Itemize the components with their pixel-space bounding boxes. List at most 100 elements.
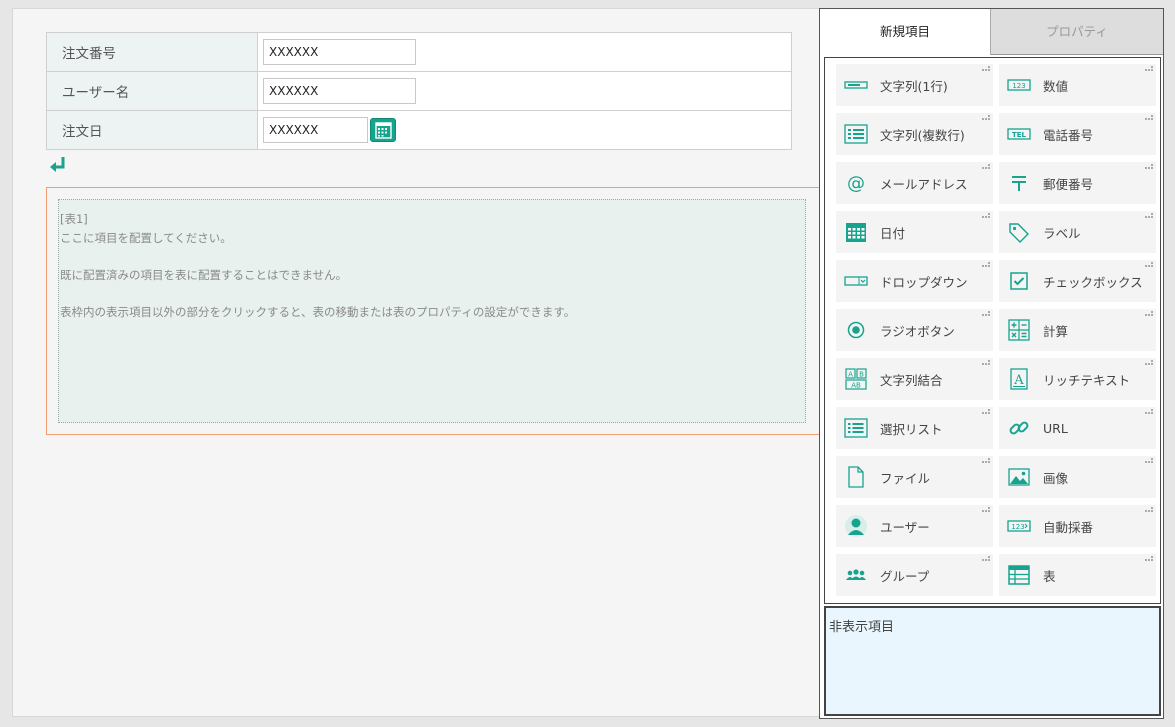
form-table[interactable]: 注文番号 ユーザー名 注文日 xyxy=(46,32,792,150)
item-table[interactable]: 表 xyxy=(999,554,1156,596)
item-radio-button[interactable]: ラジオボタン xyxy=(836,309,993,351)
item-user[interactable]: ユーザー xyxy=(836,505,993,547)
table-title: [表1] xyxy=(60,212,88,226)
drag-handle-icon[interactable] xyxy=(982,115,991,122)
drag-handle-icon[interactable] xyxy=(1145,311,1154,318)
tab-new-items[interactable]: 新規項目 xyxy=(820,9,991,55)
new-items-list: 文字列(1行) 123 数値 文字列(複数行) TEL 電話番号 @ メールアド… xyxy=(824,57,1161,604)
form-row[interactable]: ユーザー名 xyxy=(46,71,792,111)
drag-handle-icon[interactable] xyxy=(982,409,991,416)
dropdown-icon xyxy=(844,276,868,286)
drag-handle-icon[interactable] xyxy=(982,507,991,514)
table-instruction: ここに項目を配置してください。 xyxy=(60,231,232,245)
drag-handle-icon[interactable] xyxy=(1145,458,1154,465)
rich-text-icon: A xyxy=(1010,368,1028,390)
drag-handle-icon[interactable] xyxy=(1145,360,1154,367)
drag-handle-icon[interactable] xyxy=(1145,66,1154,73)
email-icon: @ xyxy=(847,173,865,194)
single-line-text-icon xyxy=(844,81,868,89)
item-group[interactable]: グループ xyxy=(836,554,993,596)
hidden-items-area[interactable]: 非表示項目 xyxy=(824,606,1161,716)
item-rich-text[interactable]: A リッチテキスト xyxy=(999,358,1156,400)
table-section[interactable]: [表1] ここに項目を配置してください。 既に配置済みの項目を表に配置することは… xyxy=(46,187,826,435)
item-image[interactable]: 画像 xyxy=(999,456,1156,498)
calendar-button[interactable] xyxy=(370,118,396,142)
url-icon xyxy=(1009,421,1029,435)
label-icon xyxy=(1009,223,1029,243)
table-instruction: 既に配置済みの項目を表に配置することはできません。 xyxy=(60,268,348,282)
item-email[interactable]: @ メールアドレス xyxy=(836,162,993,204)
order-date-label: 注文日 xyxy=(46,110,258,150)
calculation-icon xyxy=(1008,319,1030,341)
checkbox-icon xyxy=(1010,272,1028,290)
drag-handle-icon[interactable] xyxy=(982,458,991,465)
item-phone-number[interactable]: TEL 電話番号 xyxy=(999,113,1156,155)
line-break-icon[interactable] xyxy=(48,155,68,175)
svg-text:A: A xyxy=(1013,373,1024,388)
order-number-input[interactable] xyxy=(263,39,416,65)
table-icon xyxy=(1008,565,1030,585)
string-concat-icon: A B AB xyxy=(845,368,867,390)
order-number-label: 注文番号 xyxy=(46,32,258,72)
drag-handle-icon[interactable] xyxy=(982,360,991,367)
drag-handle-icon[interactable] xyxy=(982,311,991,318)
item-auto-number[interactable]: 123 自動採番 xyxy=(999,505,1156,547)
item-url[interactable]: URL xyxy=(999,407,1156,449)
radio-button-icon xyxy=(847,321,865,339)
postal-code-icon xyxy=(1012,176,1026,191)
drag-handle-icon[interactable] xyxy=(1145,164,1154,171)
drag-handle-icon[interactable] xyxy=(982,66,991,73)
user-name-label: ユーザー名 xyxy=(46,71,258,111)
calendar-icon xyxy=(375,122,392,139)
panel-tabs: 新規項目 プロパティ xyxy=(820,9,1163,55)
item-calculation[interactable]: 計算 xyxy=(999,309,1156,351)
order-date-input[interactable] xyxy=(263,117,368,143)
item-number[interactable]: 123 数値 xyxy=(999,64,1156,106)
user-icon xyxy=(845,515,867,537)
field-palette-panel: 新規項目 プロパティ 文字列(1行) 123 数値 文字列(複数行) TEL 電… xyxy=(819,8,1164,719)
svg-text:A: A xyxy=(848,371,853,379)
svg-text:123: 123 xyxy=(1012,82,1025,90)
form-row[interactable]: 注文日 xyxy=(46,110,792,150)
auto-number-icon: 123 xyxy=(1007,520,1031,532)
drag-handle-icon[interactable] xyxy=(1145,262,1154,269)
form-row[interactable]: 注文番号 xyxy=(46,32,792,72)
multi-line-text-icon xyxy=(844,124,868,144)
drag-handle-icon[interactable] xyxy=(982,556,991,563)
drag-handle-icon[interactable] xyxy=(1145,507,1154,514)
file-icon xyxy=(848,466,864,488)
drag-handle-icon[interactable] xyxy=(1145,115,1154,122)
select-list-icon xyxy=(844,418,868,438)
svg-text:TEL: TEL xyxy=(1012,131,1027,139)
drag-handle-icon[interactable] xyxy=(982,164,991,171)
item-multi-line-text[interactable]: 文字列(複数行) xyxy=(836,113,993,155)
table-instruction: 表枠内の表示項目以外の部分をクリックすると、表の移動または表のプロパティの設定が… xyxy=(60,305,576,319)
svg-text:B: B xyxy=(859,371,864,379)
drag-handle-icon[interactable] xyxy=(1145,556,1154,563)
item-checkbox[interactable]: チェックボックス xyxy=(999,260,1156,302)
item-string-concat[interactable]: A B AB 文字列結合 xyxy=(836,358,993,400)
svg-text:@: @ xyxy=(847,173,865,194)
drag-handle-icon[interactable] xyxy=(982,262,991,269)
hidden-items-label: 非表示項目 xyxy=(829,620,895,635)
item-label[interactable]: ラベル xyxy=(999,211,1156,253)
item-select-list[interactable]: 選択リスト xyxy=(836,407,993,449)
date-icon xyxy=(846,223,866,242)
item-date[interactable]: 日付 xyxy=(836,211,993,253)
image-icon xyxy=(1008,468,1030,486)
drag-handle-icon[interactable] xyxy=(982,213,991,220)
item-single-line-text[interactable]: 文字列(1行) xyxy=(836,64,993,106)
drag-handle-icon[interactable] xyxy=(1145,213,1154,220)
phone-number-icon: TEL xyxy=(1007,128,1031,140)
user-name-input[interactable] xyxy=(263,78,416,104)
item-dropdown[interactable]: ドロップダウン xyxy=(836,260,993,302)
table-drop-area[interactable]: [表1] ここに項目を配置してください。 既に配置済みの項目を表に配置することは… xyxy=(58,199,806,423)
drag-handle-icon[interactable] xyxy=(1145,409,1154,416)
item-postal-code[interactable]: 郵便番号 xyxy=(999,162,1156,204)
tab-properties[interactable]: プロパティ xyxy=(991,9,1163,55)
group-icon xyxy=(846,569,866,580)
number-icon: 123 xyxy=(1007,79,1031,91)
item-file[interactable]: ファイル xyxy=(836,456,993,498)
svg-text:AB: AB xyxy=(851,382,861,390)
svg-text:123: 123 xyxy=(1011,523,1024,531)
